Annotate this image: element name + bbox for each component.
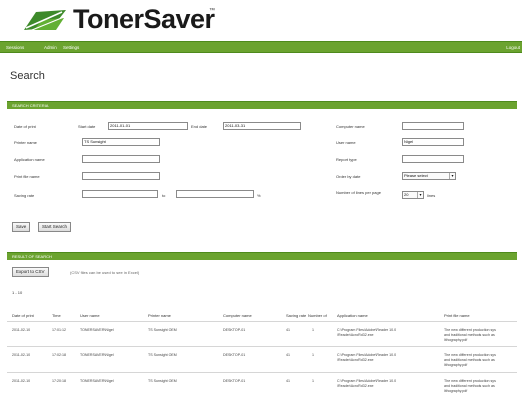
cell-application-line: \Reader\AcroRd32.exe	[337, 358, 374, 362]
column-header-file[interactable]: Print file name	[444, 313, 470, 318]
saving-rate-from-input[interactable]	[82, 190, 158, 198]
computer-name-input[interactable]	[402, 122, 464, 130]
order-by-date-label: Order by date	[336, 174, 361, 179]
cell-time: 17:20:18	[52, 379, 66, 383]
column-header-time[interactable]: Time	[52, 313, 61, 318]
export-note: (CSV files can be used to see in Excel)	[70, 270, 140, 275]
order-by-date-value: Please select	[404, 173, 428, 178]
cell-application-line: \Reader\AcroRd32.exe	[337, 333, 374, 337]
chevron-down-icon: ▾	[417, 192, 423, 198]
cell-computer: DESKTOP-01	[223, 328, 246, 332]
lines-per-page-label: Number of lines per page	[336, 190, 381, 195]
search-criteria-title: SEARCH CRITERIA	[12, 103, 49, 108]
cell-date: 2011-02-10	[12, 328, 31, 332]
printer-name-input[interactable]: TS Sunsight	[82, 138, 160, 146]
cell-time: 17:01:12	[52, 328, 66, 332]
export-csv-button[interactable]: Export to CSV	[12, 267, 49, 277]
cell-printer: TS Sunsight OEM	[148, 353, 177, 357]
row-divider	[7, 346, 517, 347]
cell-printer: TS Sunsight OEM	[148, 379, 177, 383]
main-nav: Sessions Admin Settings Logout	[0, 41, 522, 53]
end-date-label: End date	[191, 124, 208, 129]
saving-rate-to-label: to	[162, 193, 166, 198]
end-date-input[interactable]: 2011-03-31	[223, 122, 301, 130]
printer-name-label: Printer name	[14, 140, 37, 145]
toner-leaf-logo-icon	[24, 10, 66, 31]
start-date-input[interactable]: 2011-01-01	[108, 122, 188, 130]
column-header-user[interactable]: User name	[80, 313, 100, 318]
cell-number: 1	[312, 379, 314, 383]
column-header-printer[interactable]: Printer name	[148, 313, 171, 318]
brand-name[interactable]: TonerSaver	[73, 4, 215, 35]
cell-file-line: lithography.pdf	[444, 389, 468, 393]
start-date-label: Start date	[78, 124, 96, 129]
user-name-label: User name	[336, 140, 356, 145]
cell-saving: 41	[286, 328, 290, 332]
cell-user: TONERSAVER\Nigel	[80, 328, 114, 332]
cell-file-line: lithography.pdf	[444, 363, 468, 367]
search-criteria-header: SEARCH CRITERIA	[7, 101, 517, 109]
column-header-application[interactable]: Application name	[337, 313, 368, 318]
cell-computer: DESKTOP-01	[223, 353, 246, 357]
print-file-name-input[interactable]	[82, 172, 160, 180]
cell-time: 17:02:18	[52, 353, 66, 357]
save-button[interactable]: Save	[12, 222, 31, 232]
nav-item-logout[interactable]: Logout	[506, 45, 520, 50]
saving-rate-unit: %	[257, 193, 261, 198]
date-of-print-label: Date of print	[14, 124, 36, 129]
saving-rate-to-input[interactable]	[176, 190, 254, 198]
cell-file-line: lithography.pdf	[444, 338, 468, 342]
report-type-input[interactable]	[402, 155, 464, 163]
search-results-header: RESULT OF SEARCH	[7, 252, 517, 260]
row-divider	[7, 372, 517, 373]
cell-printer: TS Sunsight OEM	[148, 328, 177, 332]
cell-date: 2011-02-10	[12, 353, 31, 357]
cell-user: TONERSAVER\Nigel	[80, 353, 114, 357]
cell-date: 2011-02-10	[12, 379, 31, 383]
cell-saving: 41	[286, 353, 290, 357]
application-name-input[interactable]	[82, 155, 160, 163]
cell-computer: DESKTOP-01	[223, 379, 246, 383]
nav-item-sessions[interactable]: Sessions	[6, 45, 24, 50]
column-header-date[interactable]: Date of print	[12, 313, 34, 318]
order-by-date-select[interactable]: Please select ▾	[402, 172, 456, 180]
page-title: Search	[10, 70, 45, 82]
nav-item-admin[interactable]: Admin	[44, 45, 57, 50]
chevron-down-icon: ▾	[449, 173, 455, 179]
lines-per-page-unit: lines	[427, 193, 436, 198]
header: TonerSaver ™	[0, 0, 522, 40]
cell-application-line: \Reader\AcroRd32.exe	[337, 384, 374, 388]
cell-user: TONERSAVER\Nigel	[80, 379, 114, 383]
computer-name-label: Computer name	[336, 124, 365, 129]
search-results-title: RESULT OF SEARCH	[12, 254, 52, 259]
cell-saving: 41	[286, 379, 290, 383]
user-name-input[interactable]: Nigel	[402, 138, 464, 146]
table-header-divider	[7, 321, 517, 322]
nav-item-settings[interactable]: Settings	[63, 45, 79, 50]
result-count: 1 - 10	[12, 290, 23, 295]
report-type-label: Report type	[336, 157, 357, 162]
start-search-button[interactable]: Start Search	[38, 222, 72, 232]
cell-number: 1	[312, 353, 314, 357]
lines-per-page-value: 20	[404, 192, 409, 197]
column-header-computer[interactable]: Computer name	[223, 313, 252, 318]
column-header-number[interactable]: Number of	[308, 313, 327, 318]
cell-number: 1	[312, 328, 314, 332]
saving-rate-label: Saving rate	[14, 193, 35, 198]
lines-per-page-select[interactable]: 20 ▾	[402, 191, 424, 199]
trademark-mark: ™	[209, 8, 215, 14]
column-header-saving[interactable]: Saving rate	[286, 313, 306, 318]
print-file-name-label: Print file name	[14, 174, 40, 179]
application-name-label: Application name	[14, 157, 45, 162]
